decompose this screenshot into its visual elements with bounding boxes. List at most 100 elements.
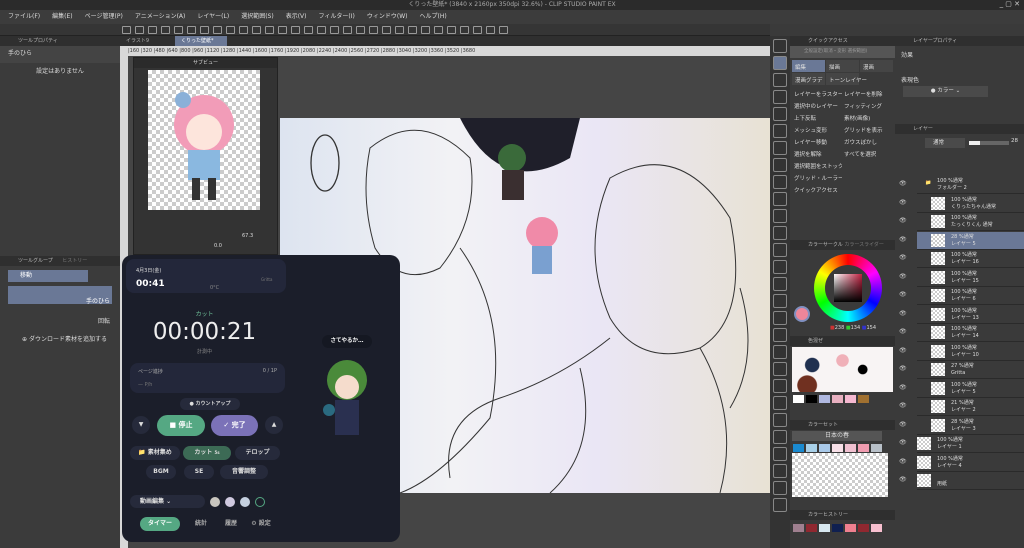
quick-access-item[interactable]: レイヤーを削除: [844, 90, 892, 98]
quick-access-item[interactable]: グリッドを表示: [844, 126, 892, 134]
toolbar-button-icon[interactable]: [499, 26, 508, 34]
layer-row[interactable]: 👁 27 %通常 Gritta: [899, 361, 1024, 379]
color-swatch[interactable]: [858, 395, 869, 403]
tool-icon[interactable]: [773, 498, 787, 512]
eye-icon[interactable]: 👁: [899, 439, 907, 446]
color-swatch[interactable]: [806, 444, 817, 452]
tool-icon[interactable]: [773, 90, 787, 104]
color-mix-canvas[interactable]: [792, 347, 893, 392]
toolbar-button-icon[interactable]: [122, 26, 131, 34]
toolbar-button-icon[interactable]: [278, 26, 287, 34]
eye-icon[interactable]: 👁: [899, 217, 907, 224]
toolbar-button-icon[interactable]: [252, 26, 261, 34]
up-button[interactable]: ▲: [265, 416, 283, 434]
menu-item[interactable]: アニメーション(A): [135, 10, 186, 24]
menu-item[interactable]: フィルター(I): [319, 10, 355, 24]
tab-document-2[interactable]: くりった壁紙*: [175, 36, 227, 46]
eye-icon[interactable]: 👁: [899, 180, 907, 187]
menu-item[interactable]: ページ管理(P): [85, 10, 123, 24]
layer-row[interactable]: 👁 28 %通常 レイヤー 3: [899, 417, 1024, 435]
category-telop[interactable]: テロップ: [235, 446, 280, 460]
quick-access-item[interactable]: クイックアクセス: [794, 186, 842, 194]
quick-access-item[interactable]: 上下反転: [794, 114, 842, 122]
toolbar-button-icon[interactable]: [395, 26, 404, 34]
eye-icon[interactable]: 👁: [899, 291, 907, 298]
toolbar-button-icon[interactable]: [200, 26, 209, 34]
quick-access-item[interactable]: ガウスぼかし: [844, 138, 892, 146]
tool-icon[interactable]: [773, 362, 787, 376]
tool-group-move[interactable]: 移動: [8, 270, 88, 282]
category-materials[interactable]: 📁 素材集め: [130, 446, 180, 460]
tool-icon[interactable]: [773, 175, 787, 189]
theme-color-3[interactable]: [240, 497, 250, 507]
color-swatch[interactable]: [793, 524, 804, 532]
color-swatch[interactable]: [832, 524, 843, 532]
toolbar-button-icon[interactable]: [421, 26, 430, 34]
layer-row[interactable]: 👁 100 %通常 たっくりくん 通常: [899, 213, 1024, 231]
tool-icon[interactable]: [773, 73, 787, 87]
layer-row[interactable]: 👁 21 %通常 レイヤー 2: [899, 398, 1024, 416]
tool-icon[interactable]: [773, 447, 787, 461]
tool-icon[interactable]: [773, 158, 787, 172]
color-swatch[interactable]: [832, 444, 843, 452]
tool-icon[interactable]: [773, 141, 787, 155]
tab-layer-property[interactable]: レイヤープロパティ: [895, 36, 1024, 46]
layer-row[interactable]: 👁 28 %通常 レイヤー 5: [899, 231, 1024, 250]
tool-icon[interactable]: [773, 107, 787, 121]
quick-access-item[interactable]: 選択範囲をストック: [794, 162, 842, 170]
window-controls[interactable]: _ ▢ ✕: [1000, 0, 1020, 8]
tab-color-circle[interactable]: カラーサークル カラースライダー: [790, 240, 895, 250]
quick-access-item[interactable]: メッシュ変形: [794, 126, 842, 134]
tool-icon[interactable]: [773, 379, 787, 393]
toolbar-button-icon[interactable]: [174, 26, 183, 34]
layer-row[interactable]: 👁 📁 100 %通常 フォルダー 2: [899, 176, 1024, 194]
toolbar-button-icon[interactable]: [239, 26, 248, 34]
quick-access-item[interactable]: 素材(画像): [844, 114, 892, 122]
toolbar-button-icon[interactable]: [408, 26, 417, 34]
down-button[interactable]: ▼: [132, 416, 150, 434]
tool-icon[interactable]: [773, 311, 787, 325]
eye-icon[interactable]: 👁: [899, 458, 907, 465]
tool-icon[interactable]: [773, 345, 787, 359]
sub-tool-hand[interactable]: 手のひら: [8, 286, 112, 305]
toolbar-button-icon[interactable]: [291, 26, 300, 34]
countup-button[interactable]: ● カウントアップ: [180, 398, 240, 410]
tool-icon[interactable]: [773, 430, 787, 444]
quick-tab[interactable]: 編集: [792, 60, 825, 72]
add-download-material[interactable]: ⊕ ダウンロード素材を追加する: [22, 334, 120, 343]
toolbar-button-icon[interactable]: [187, 26, 196, 34]
color-swatch[interactable]: [845, 395, 856, 403]
color-swatch[interactable]: [806, 395, 817, 403]
tool-icon[interactable]: [773, 192, 787, 206]
toolbar-button-icon[interactable]: [434, 26, 443, 34]
eye-icon[interactable]: 👁: [899, 199, 907, 206]
layer-row[interactable]: 👁 100 %通常 レイヤー 10: [899, 343, 1024, 361]
tool-icon[interactable]: [773, 260, 787, 274]
color-swatch[interactable]: [858, 444, 869, 452]
layer-row[interactable]: 👁 100 %通常 レイヤー 6: [899, 287, 1024, 305]
layer-row[interactable]: 👁 100 %通常 レイヤー 15: [899, 269, 1024, 287]
eye-icon[interactable]: 👁: [899, 365, 907, 372]
done-button[interactable]: ✓ 完了: [211, 415, 258, 436]
layer-row[interactable]: 👁 100 %通常 レイヤー 1: [899, 435, 1024, 453]
hue-ring[interactable]: [814, 254, 882, 322]
quick-access-item[interactable]: 選択中のレイヤー: [794, 102, 842, 110]
tab-color-set[interactable]: カラーセット: [790, 420, 895, 430]
tool-icon[interactable]: [773, 413, 787, 427]
layer-row[interactable]: 👁 100 %通常 レイヤー 5: [899, 380, 1024, 398]
main-color[interactable]: [794, 306, 810, 322]
menu-item[interactable]: ウィンドウ(W): [367, 10, 408, 24]
tool-icon[interactable]: [773, 124, 787, 138]
tab-tool-property[interactable]: ツールプロパティ: [0, 36, 120, 46]
quick-access-item[interactable]: 選択を解除: [794, 150, 842, 158]
tab-quick-access[interactable]: クイックアクセス: [790, 36, 895, 46]
quick-tab[interactable]: 描画: [826, 60, 859, 72]
menu-item[interactable]: ヘルプ(H): [419, 10, 446, 24]
tab-color-mix[interactable]: 色混ぜ: [790, 336, 895, 346]
tool-icon[interactable]: [773, 226, 787, 240]
color-swatch[interactable]: [832, 395, 843, 403]
color-swatch[interactable]: [845, 444, 856, 452]
eye-icon[interactable]: 👁: [899, 273, 907, 280]
color-swatch[interactable]: [858, 524, 869, 532]
eye-icon[interactable]: 👁: [899, 421, 907, 428]
